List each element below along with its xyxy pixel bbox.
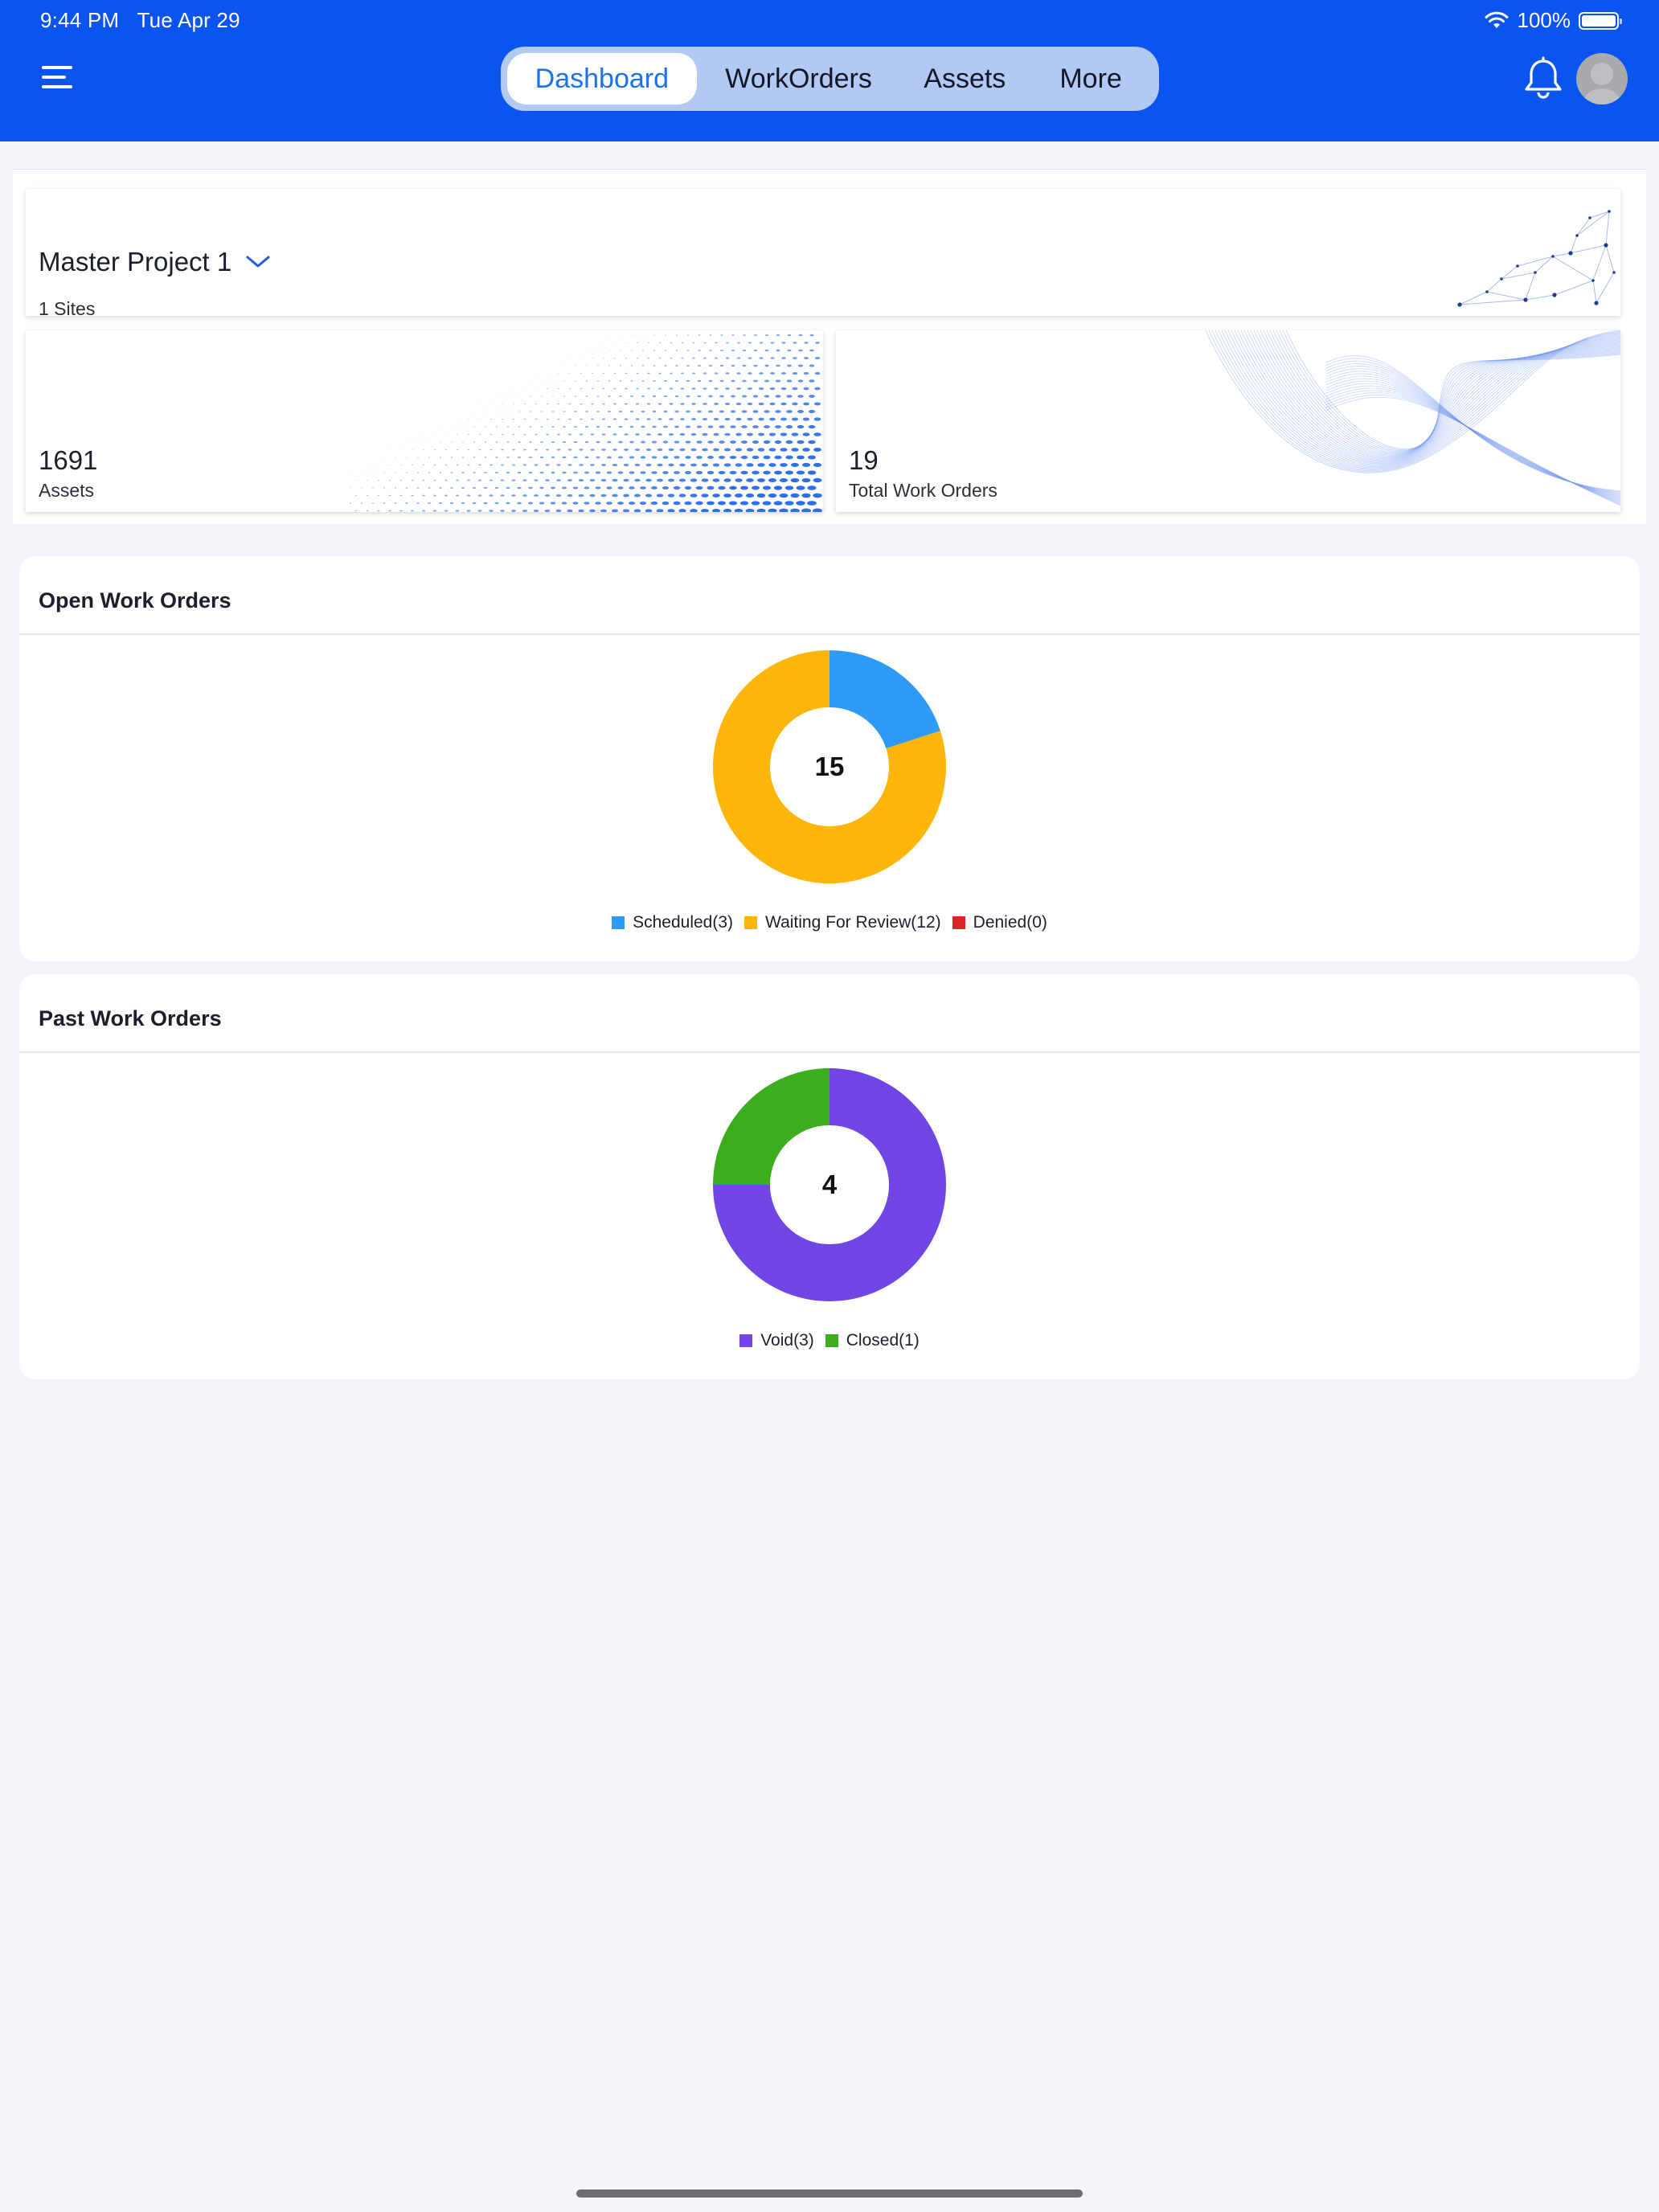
tab-more[interactable]: More	[1029, 53, 1153, 104]
legend-label: Void(3)	[760, 1331, 814, 1350]
chevron-down-icon	[246, 256, 270, 268]
tab-assets[interactable]: Assets	[900, 53, 1029, 104]
legend-label: Closed(1)	[846, 1331, 920, 1350]
tab-dashboard[interactable]: Dashboard	[507, 53, 697, 104]
legend-item-waiting-for-review[interactable]: Waiting For Review(12)	[744, 913, 941, 932]
network-pattern-decoration	[1457, 210, 1616, 307]
status-bar-right: 100%	[1484, 8, 1622, 33]
tab-workorders[interactable]: WorkOrders	[697, 53, 901, 104]
total-work-orders-count: 19	[849, 445, 879, 475]
divider	[19, 1051, 1640, 1053]
open-work-orders-title: Open Work Orders	[39, 588, 231, 612]
assets-label: Assets	[39, 480, 95, 501]
project-selector[interactable]: Master Project 1	[39, 247, 270, 277]
wave-pattern-decoration	[1206, 330, 1620, 506]
home-indicator	[576, 2189, 1083, 2198]
divider	[19, 633, 1640, 635]
avatar[interactable]	[1576, 53, 1628, 104]
legend-item-denied[interactable]: Denied(0)	[952, 913, 1047, 932]
open-work-orders-donut-chart: 15	[713, 650, 946, 883]
legend-item-void[interactable]: Void(3)	[739, 1331, 814, 1350]
notification-bell-icon[interactable]	[1522, 56, 1565, 101]
top-app-bar: 9:44 PM Tue Apr 29 100% Dashboard WorkOr…	[0, 0, 1659, 141]
battery-percent: 100%	[1517, 8, 1571, 32]
past-work-orders-legend: Void(3) Closed(1)	[19, 1331, 1640, 1350]
open-work-orders-total: 15	[815, 752, 845, 781]
project-name: Master Project 1	[39, 247, 232, 276]
legend-item-scheduled[interactable]: Scheduled(3)	[612, 913, 733, 932]
main-tab-bar: Dashboard WorkOrders Assets More	[501, 47, 1159, 111]
assets-count: 1691	[39, 445, 98, 475]
past-work-orders-total: 4	[822, 1169, 838, 1199]
past-work-orders-title: Past Work Orders	[39, 1006, 222, 1030]
work-orders-stat-card[interactable]: 19 Total Work Orders	[836, 330, 1620, 512]
legend-label: Waiting For Review(12)	[765, 913, 941, 932]
wifi-icon	[1485, 11, 1508, 28]
legend-label: Denied(0)	[973, 913, 1047, 932]
open-work-orders-legend: Scheduled(3) Waiting For Review(12) Deni…	[19, 913, 1640, 932]
project-sites-count: 1 Sites	[39, 298, 96, 316]
open-work-orders-panel: Open Work Orders 15 Scheduled(3) Waiting…	[19, 556, 1640, 961]
battery-icon	[1579, 11, 1622, 30]
project-card: Master Project 1 1 Sites	[26, 189, 1620, 316]
status-time: 9:44 PM	[40, 8, 120, 32]
dot-pattern-decoration	[349, 334, 822, 512]
status-date: Tue Apr 29	[137, 8, 240, 32]
total-work-orders-label: Total Work Orders	[849, 480, 997, 501]
past-work-orders-panel: Past Work Orders 4 Void(3) Closed(1)	[19, 974, 1640, 1379]
legend-item-closed[interactable]: Closed(1)	[825, 1331, 920, 1350]
legend-label: Scheduled(3)	[633, 913, 734, 932]
status-bar-time: 9:44 PM Tue Apr 29	[40, 8, 240, 33]
hamburger-menu-icon[interactable]	[42, 64, 74, 90]
summary-section: Master Project 1 1 Sites 1691 Assets 19 …	[13, 169, 1646, 524]
past-work-orders-donut-chart: 4	[713, 1068, 946, 1301]
assets-stat-card[interactable]: 1691 Assets	[26, 330, 823, 512]
